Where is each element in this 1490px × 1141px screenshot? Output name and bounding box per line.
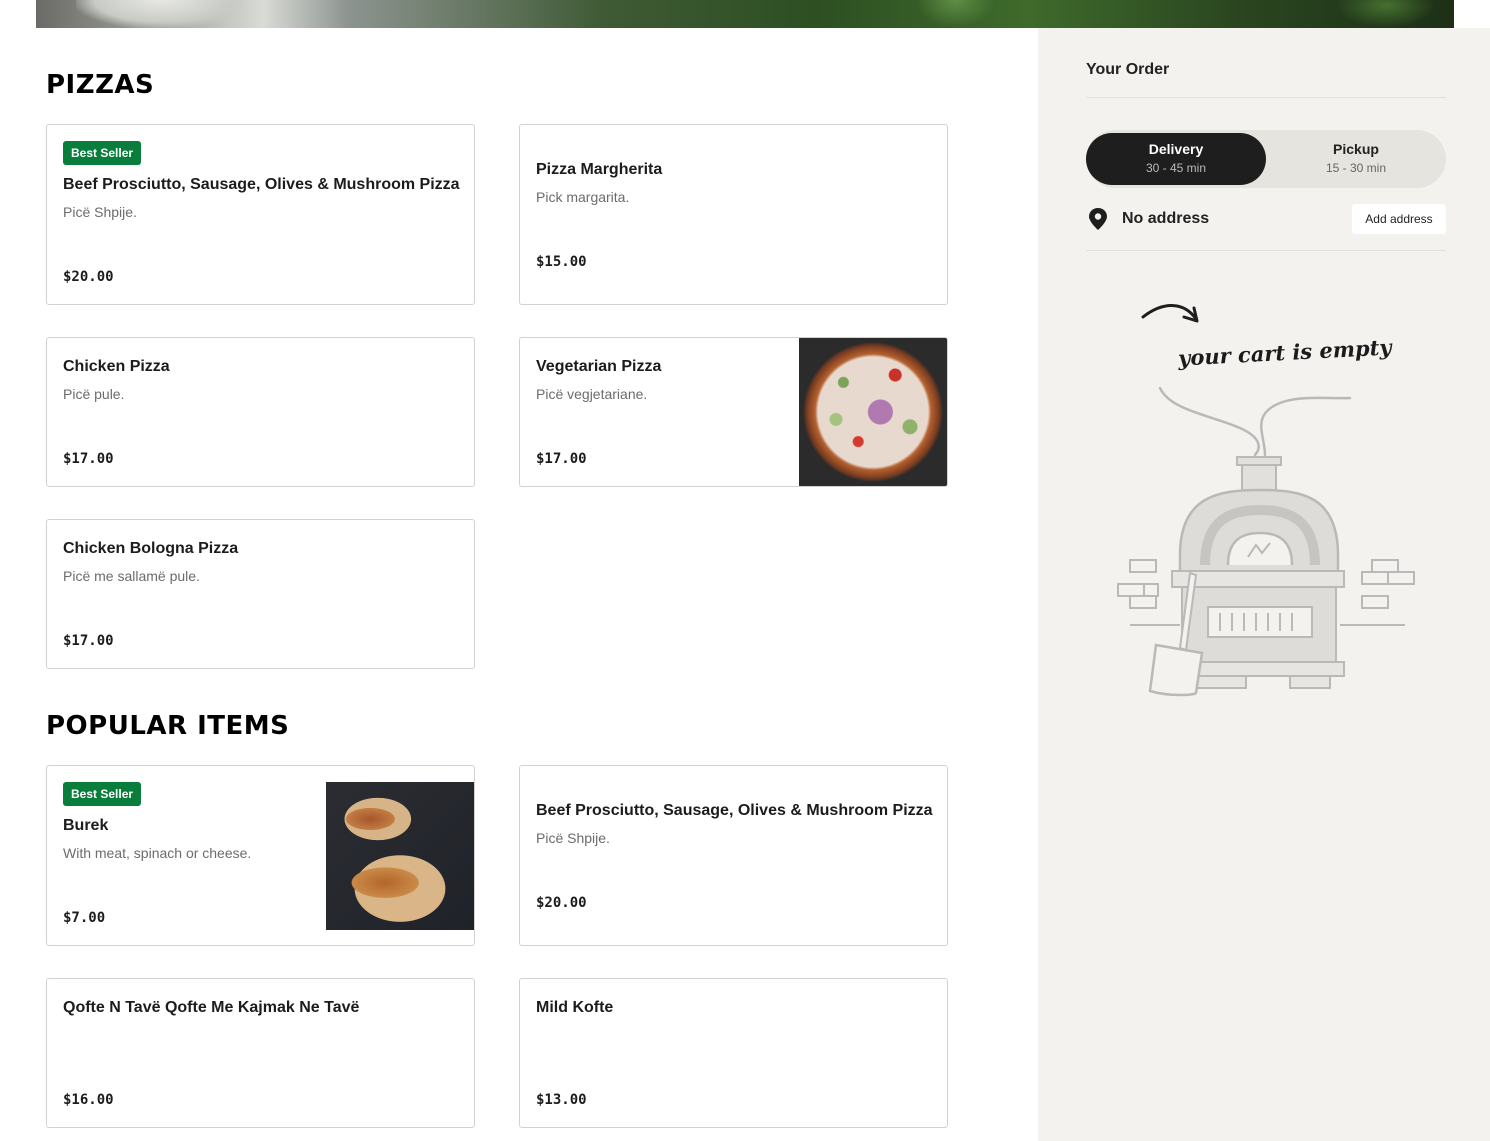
- menu-item-card[interactable]: Beef Prosciutto, Sausage, Olives & Mushr…: [519, 765, 948, 946]
- address-text: No address: [1122, 210, 1210, 227]
- item-price: $20.00: [536, 895, 587, 911]
- menu-item-card[interactable]: Qofte N Tavë Qofte Me Kajmak Ne Tavë $16…: [46, 978, 475, 1128]
- burek-image: [326, 782, 474, 930]
- item-name: Chicken Pizza: [63, 358, 170, 375]
- item-name: Chicken Bologna Pizza: [63, 540, 239, 557]
- menu-item-card[interactable]: Chicken Bologna Pizza Picë me sallamë pu…: [46, 519, 475, 669]
- best-seller-badge: Best Seller: [63, 141, 142, 165]
- pickup-label: Pickup: [1333, 141, 1379, 157]
- add-address-button[interactable]: Add address: [1352, 204, 1446, 234]
- item-description: Picë Shpije.: [63, 204, 137, 220]
- item-name: Pizza Margherita: [536, 161, 663, 178]
- item-price: $17.00: [63, 633, 114, 649]
- item-name: Beef Prosciutto, Sausage, Olives & Mushr…: [536, 802, 933, 819]
- item-price: $16.00: [63, 1092, 114, 1108]
- item-price: $7.00: [63, 910, 106, 926]
- fulfillment-toggle: Delivery 30 - 45 min Pickup 15 - 30 min: [1086, 130, 1446, 188]
- order-title: Your Order: [1086, 61, 1170, 78]
- item-name: Qofte N Tavë Qofte Me Kajmak Ne Tavë: [63, 999, 360, 1016]
- delivery-option[interactable]: Delivery 30 - 45 min: [1086, 133, 1266, 185]
- divider: [1086, 250, 1446, 251]
- item-description: Picë Shpije.: [536, 830, 610, 846]
- address-row: No address Add address: [1086, 204, 1446, 234]
- item-description: Picë me sallamë pule.: [63, 568, 200, 584]
- vegetarian-pizza-image: [799, 338, 947, 486]
- item-price: $17.00: [536, 451, 587, 467]
- item-name: Mild Kofte: [536, 999, 614, 1016]
- location-pin-icon: [1088, 208, 1108, 235]
- menu-item-card[interactable]: Best Seller Burek With meat, spinach or …: [46, 765, 475, 946]
- item-name: Vegetarian Pizza: [536, 358, 662, 375]
- item-description: Pick margarita.: [536, 189, 630, 205]
- item-price: $13.00: [536, 1092, 587, 1108]
- item-price: $20.00: [63, 269, 114, 285]
- delivery-label: Delivery: [1148, 141, 1204, 157]
- divider: [1086, 97, 1446, 98]
- item-description: With meat, spinach or cheese.: [63, 845, 252, 861]
- section-title-pizzas: PIZZAS: [46, 70, 155, 100]
- section-title-popular-items: POPULAR ITEMS: [46, 711, 290, 741]
- menu-item-card[interactable]: Best Seller Beef Prosciutto, Sausage, Ol…: [46, 124, 475, 305]
- menu-item-card[interactable]: Chicken Pizza Picë pule. $17.00: [46, 337, 475, 487]
- menu-item-card[interactable]: Vegetarian Pizza Picë vegjetariane. $17.…: [519, 337, 948, 487]
- item-price: $15.00: [536, 254, 587, 270]
- item-name: Burek: [63, 817, 109, 834]
- pickup-time: 15 - 30 min: [1325, 161, 1387, 175]
- best-seller-badge: Best Seller: [63, 782, 142, 806]
- menu-item-card[interactable]: Mild Kofte $13.00: [519, 978, 948, 1128]
- pickup-option[interactable]: Pickup 15 - 30 min: [1266, 133, 1446, 185]
- item-description: Picë vegjetariane.: [536, 386, 648, 402]
- item-price: $17.00: [63, 451, 114, 467]
- hero-banner-image: [36, 0, 1454, 28]
- item-name: Beef Prosciutto, Sausage, Olives & Mushr…: [63, 176, 460, 193]
- delivery-time: 30 - 45 min: [1145, 161, 1207, 175]
- item-description: Picë pule.: [63, 386, 125, 402]
- menu-item-card[interactable]: Pizza Margherita Pick margarita. $15.00: [519, 124, 948, 305]
